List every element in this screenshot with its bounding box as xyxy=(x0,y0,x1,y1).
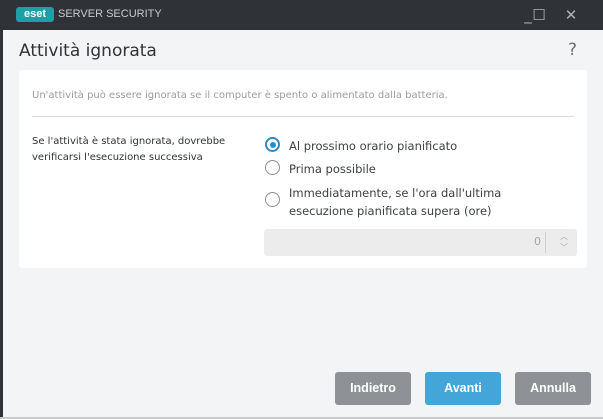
settings-card: Un'attività può essere ignorata se il co… xyxy=(19,70,587,268)
next-button[interactable]: Avanti xyxy=(425,372,501,405)
page-title: Attività ignorata xyxy=(19,41,157,61)
radio-unchecked-icon xyxy=(265,192,280,207)
close-button[interactable]: ✕ xyxy=(561,5,581,25)
hours-value[interactable]: 0 xyxy=(534,235,541,248)
maximize-button[interactable]: ☐ xyxy=(529,5,549,25)
radio-checked-icon xyxy=(265,137,280,152)
divider xyxy=(32,116,574,117)
radio-label: Prima possibile xyxy=(289,162,376,176)
radio-unchecked-icon xyxy=(265,160,280,175)
title-bar: eset SERVER SECURITY _ ☐ ✕ xyxy=(0,0,603,30)
help-icon[interactable]: ? xyxy=(568,40,577,60)
radio-next-scheduled[interactable]: Al prossimo orario pianificato xyxy=(265,137,457,155)
stepper-divider xyxy=(545,232,546,253)
chevron-down-icon[interactable]: ﹀ xyxy=(560,242,568,253)
description: Un'attività può essere ignorata se il co… xyxy=(32,90,448,101)
radio-asap[interactable]: Prima possibile xyxy=(265,160,376,178)
setting-label: Se l'attività è stata ignorata, dovrebbe… xyxy=(32,136,226,163)
radio-immediately[interactable]: Immediatamente, se l'ora dall'ultima ese… xyxy=(265,184,519,220)
hours-stepper[interactable]: 0 ︿ ﹀ xyxy=(264,229,577,256)
radio-label: Al prossimo orario pianificato xyxy=(289,139,458,153)
dialog-body: Attività ignorata ? Un'attività può esse… xyxy=(3,30,603,417)
radio-label: Immediatamente, se l'ora dall'ultima ese… xyxy=(289,186,502,218)
back-button[interactable]: Indietro xyxy=(335,372,411,405)
app-name: SERVER SECURITY xyxy=(58,8,162,20)
eset-logo: eset xyxy=(16,7,54,22)
chevron-up-icon[interactable]: ︿ xyxy=(560,231,568,242)
cancel-button[interactable]: Annulla xyxy=(515,372,591,405)
